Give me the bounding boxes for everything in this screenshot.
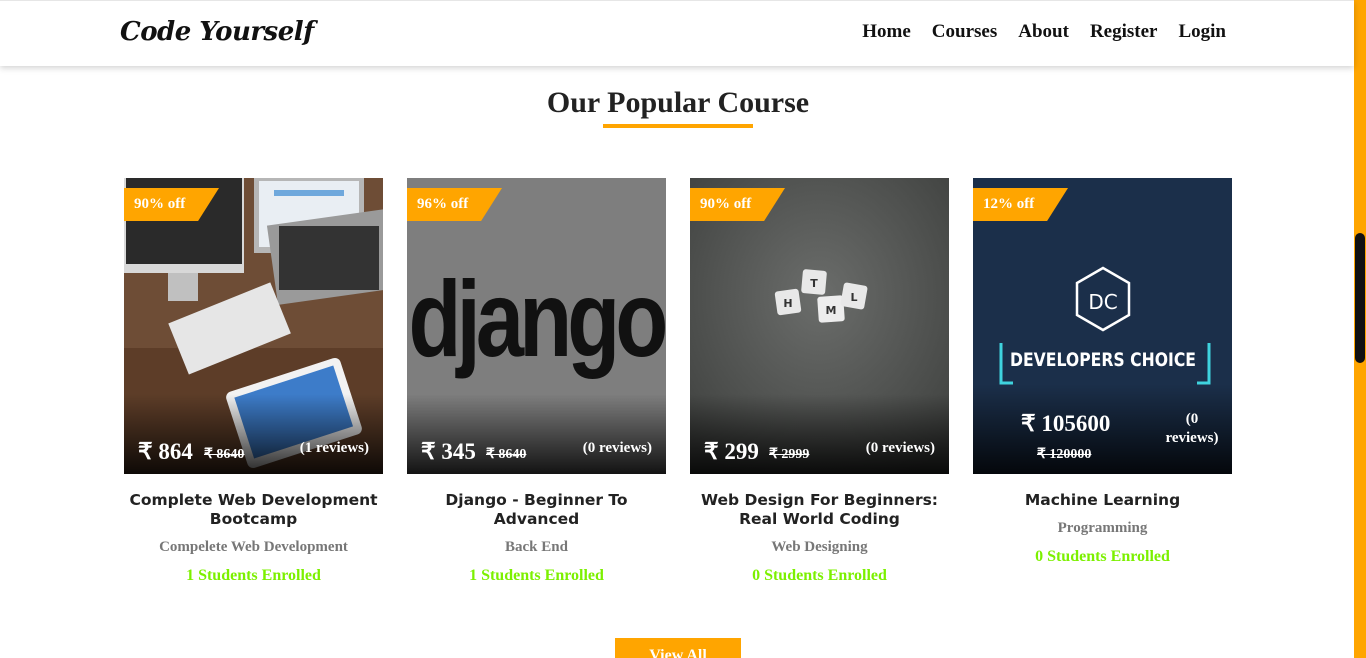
section-title: Our Popular Course bbox=[546, 86, 810, 119]
course-reviews: (0 reviews) bbox=[865, 440, 935, 456]
course-category: Compelete Web Development bbox=[159, 539, 348, 555]
course-title[interactable]: Machine Learning bbox=[973, 491, 1232, 510]
course-enrolled: 1 Students Enrolled bbox=[186, 567, 321, 584]
tile-letter-l: L bbox=[850, 291, 857, 304]
course-card[interactable]: django 96% off ₹ 345 ₹ 8640 (0 reviews) … bbox=[407, 178, 666, 585]
course-reviews: (1 reviews) bbox=[299, 440, 369, 456]
course-price: ₹ 105600 bbox=[1021, 411, 1111, 436]
course-image-django[interactable]: django 96% off ₹ 345 ₹ 8640 (0 reviews) bbox=[407, 178, 666, 474]
course-image-laptop-desk[interactable]: 90% off ₹ 864 ₹ 8640 (1 reviews) bbox=[124, 178, 383, 474]
course-card[interactable]: 90% off ₹ 864 ₹ 8640 (1 reviews) Complet… bbox=[124, 178, 383, 585]
course-old-price: ₹ 8640 bbox=[486, 447, 527, 462]
course-enrolled: 0 Students Enrolled bbox=[1035, 548, 1170, 565]
brand-logo[interactable]: Code Yourself bbox=[120, 17, 314, 47]
course-category: Back End bbox=[505, 539, 568, 555]
nav-login[interactable]: Login bbox=[1178, 21, 1226, 43]
tile-letter-m: M bbox=[826, 304, 837, 317]
scrollbar-thumb[interactable] bbox=[1355, 233, 1365, 363]
course-old-price: ₹ 8640 bbox=[204, 447, 245, 462]
developers-choice-wordmark: DEVELOPERS CHOICE bbox=[1010, 349, 1196, 371]
course-price: ₹ 345 bbox=[421, 439, 476, 464]
course-reviews: (0 reviews) bbox=[582, 440, 652, 456]
course-old-price: ₹ 2999 bbox=[769, 447, 810, 462]
course-price: ₹ 299 bbox=[704, 439, 759, 464]
nav-home[interactable]: Home bbox=[862, 21, 911, 43]
view-all-button[interactable]: View All bbox=[615, 638, 741, 658]
course-card[interactable]: DC DEVELOPERS CHOICE 12% off ₹ 105600 ₹ … bbox=[973, 178, 1232, 566]
tile-letter-h: H bbox=[783, 297, 792, 310]
course-category: Web Designing bbox=[771, 539, 868, 555]
course-title[interactable]: Django - Beginner To Advanced bbox=[407, 491, 666, 529]
course-old-price: ₹ 120000 bbox=[1037, 447, 1092, 462]
course-image-developers-choice[interactable]: DC DEVELOPERS CHOICE 12% off ₹ 105600 ₹ … bbox=[973, 178, 1232, 474]
course-enrolled: 0 Students Enrolled bbox=[752, 567, 887, 584]
nav-about[interactable]: About bbox=[1018, 21, 1069, 43]
course-title[interactable]: Web Design For Beginners: Real World Cod… bbox=[690, 491, 949, 529]
nav-courses[interactable]: Courses bbox=[932, 21, 997, 43]
main-nav: Home Courses About Register Login bbox=[841, 21, 1226, 43]
django-logo-text: django bbox=[409, 258, 666, 379]
tile-letter-t: T bbox=[810, 277, 818, 290]
course-card[interactable]: H T M L 90% off ₹ 299 ₹ 2999 (0 reviews)… bbox=[690, 178, 949, 585]
course-image-html-tiles[interactable]: H T M L 90% off ₹ 299 ₹ 2999 (0 reviews) bbox=[690, 178, 949, 474]
course-enrolled: 1 Students Enrolled bbox=[469, 567, 604, 584]
site-header: Code Yourself Home Courses About Registe… bbox=[0, 0, 1354, 66]
dc-logo-letters: DC bbox=[1088, 290, 1117, 314]
course-reviews: (0 reviews) bbox=[1165, 411, 1219, 446]
course-title[interactable]: Complete Web Development Bootcamp bbox=[124, 491, 383, 529]
nav-register[interactable]: Register bbox=[1090, 21, 1158, 43]
title-underline bbox=[603, 124, 753, 128]
course-price: ₹ 864 bbox=[138, 439, 193, 464]
course-category: Programming bbox=[1057, 520, 1148, 536]
